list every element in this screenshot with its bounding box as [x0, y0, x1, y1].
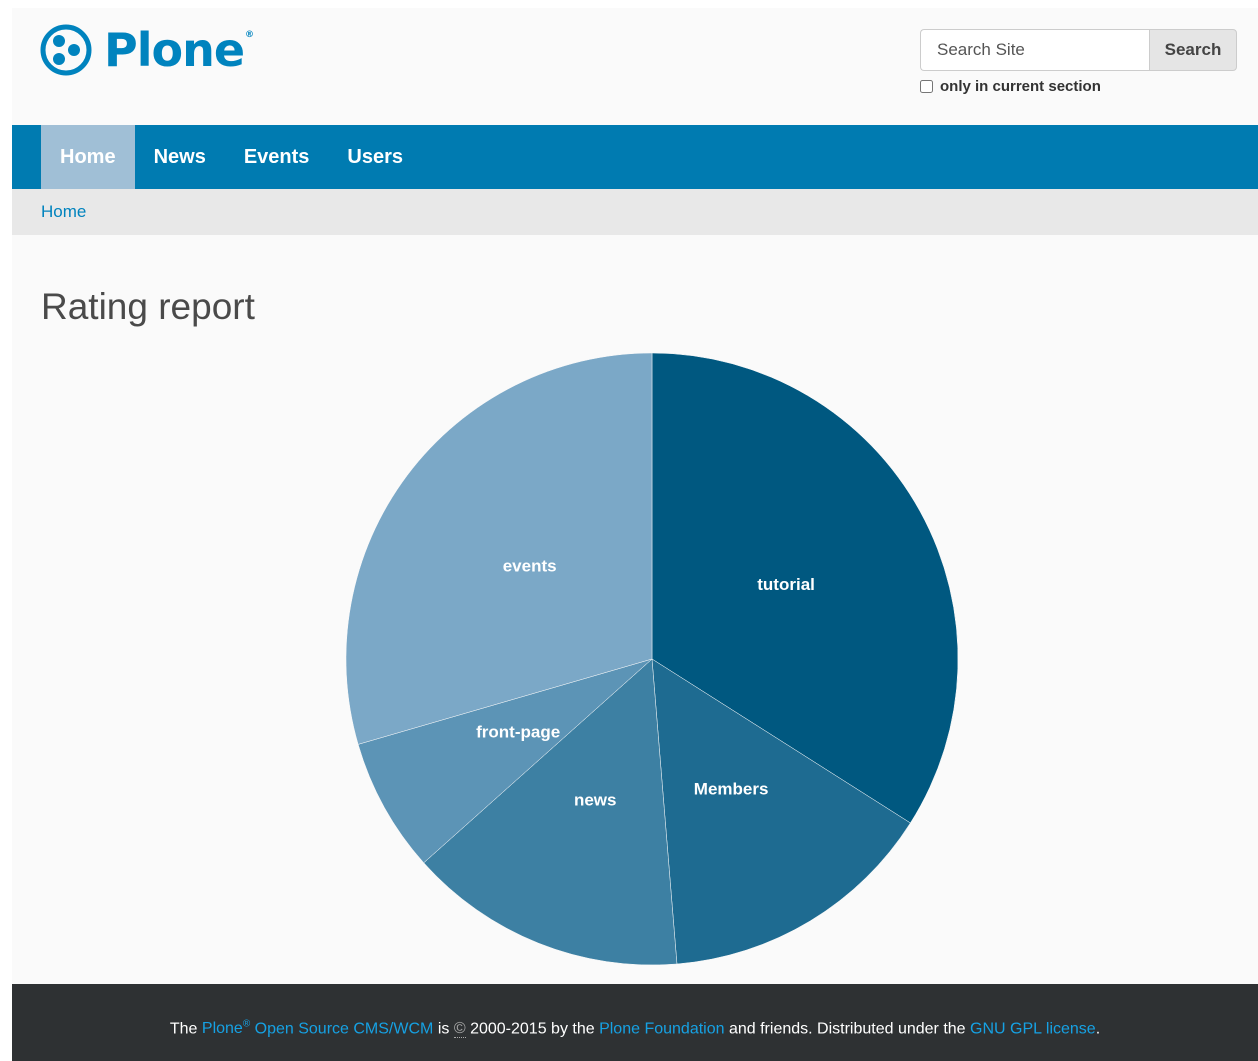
current-section-label: only in current section	[940, 78, 1101, 95]
footer-text: The Plone® Open Source CMS/WCM is © 2000…	[169, 1018, 1101, 1039]
pie-label-news: news	[574, 791, 617, 810]
plone-logo[interactable]: Plone®	[40, 23, 254, 77]
plone-logo-text: Plone®	[104, 23, 254, 77]
registered-mark: ®	[245, 30, 254, 40]
footer-cms-link[interactable]: Open Source CMS/WCM	[255, 1020, 434, 1037]
plone-logo-icon	[40, 24, 92, 76]
header: Plone® Search only in current section	[12, 8, 1258, 125]
current-section-checkbox[interactable]	[920, 80, 933, 93]
pie-label-members: Members	[694, 779, 769, 798]
search-form: Search	[920, 29, 1237, 71]
breadcrumb-home-link[interactable]: Home	[41, 202, 86, 222]
rating-pie-chart: tutorial Members news front-page events	[345, 352, 959, 966]
copyright-symbol: ©	[453, 1020, 466, 1039]
main-nav: Home News Events Users	[12, 125, 1258, 189]
page: Plone® Search only in current section Ho…	[12, 8, 1258, 1061]
nav-item-news[interactable]: News	[135, 125, 225, 189]
footer-license-link[interactable]: GNU GPL license	[970, 1020, 1096, 1037]
pie-label-tutorial: tutorial	[757, 575, 815, 594]
pie-label-front-page: front-page	[476, 723, 560, 742]
search-button[interactable]: Search	[1149, 29, 1237, 71]
footer: The Plone® Open Source CMS/WCM is © 2000…	[12, 984, 1258, 1061]
nav-item-home[interactable]: Home	[41, 125, 135, 189]
nav-item-events[interactable]: Events	[225, 125, 329, 189]
breadcrumb: Home	[12, 189, 1258, 235]
footer-plone-link[interactable]: Plone®	[202, 1019, 250, 1037]
footer-foundation-link[interactable]: Plone Foundation	[599, 1020, 724, 1037]
current-section-option[interactable]: only in current section	[920, 78, 1101, 95]
nav-item-users[interactable]: Users	[328, 125, 422, 189]
pie-label-events: events	[503, 557, 557, 576]
search-input[interactable]	[920, 29, 1149, 71]
page-title: Rating report	[41, 286, 255, 327]
